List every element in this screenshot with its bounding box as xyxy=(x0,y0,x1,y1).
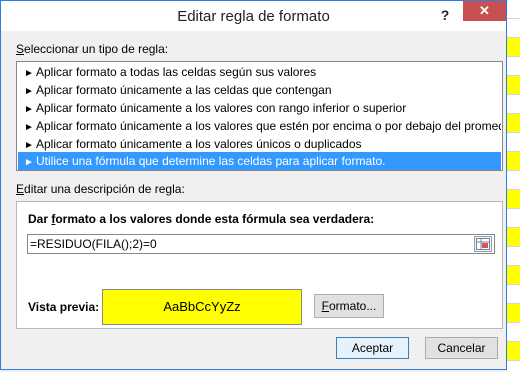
rule-description-label-text: ditar una descripción de regla: xyxy=(24,182,185,196)
background-cell xyxy=(507,38,520,57)
preview-label: Vista previa: xyxy=(28,300,100,314)
formula-label-pre: Dar xyxy=(28,212,52,226)
arrow-right-icon: ► xyxy=(24,104,34,115)
title-bar: Editar regla de formato ? ✕ xyxy=(1,1,506,31)
background-cell xyxy=(507,228,520,247)
rule-type-item-label: Aplicar formato únicamente a los valores… xyxy=(36,101,407,115)
rule-type-label-text: eleccionar un tipo de regla: xyxy=(24,42,169,56)
formula-label-post: ormato a los valores donde esta fórmula … xyxy=(55,212,375,226)
arrow-right-icon: ► xyxy=(24,122,34,133)
rule-type-list[interactable]: ► Aplicar formato a todas las celdas segú… xyxy=(16,61,503,171)
formula-label: Dar formato a los valores donde esta fór… xyxy=(28,212,374,226)
background-cell xyxy=(507,266,520,285)
background-cell xyxy=(507,171,520,190)
accept-button[interactable]: Aceptar xyxy=(336,337,409,359)
rule-type-item-label: Aplicar formato únicamente a los valores… xyxy=(36,119,501,133)
format-button-label: ormato... xyxy=(328,299,377,313)
rule-type-item-label: Aplicar formato a todas las celdas según… xyxy=(36,65,317,79)
rule-type-item[interactable]: ► Aplicar formato únicamente a los valore… xyxy=(18,117,501,135)
edit-format-rule-dialog: Editar regla de formato ? ✕ Seleccionar … xyxy=(0,0,507,370)
rule-type-item-label: Aplicar formato únicamente a los valores… xyxy=(36,137,362,151)
arrow-right-icon: ► xyxy=(24,140,34,151)
background-cell xyxy=(507,76,520,95)
rule-type-item-selected[interactable]: ► Utilice una fórmula que determine las c… xyxy=(18,152,501,170)
background-cell xyxy=(507,152,520,171)
rule-description-label: Editar una descripción de regla: xyxy=(16,182,185,196)
arrow-right-icon: ► xyxy=(24,68,34,79)
background-cell xyxy=(507,190,520,209)
background-cell xyxy=(507,285,520,304)
rule-type-item[interactable]: ► Aplicar formato a todas las celdas segú… xyxy=(18,63,501,81)
format-button[interactable]: Formato... xyxy=(314,294,384,318)
format-button-accesskey: F xyxy=(321,299,329,313)
background-cell xyxy=(507,57,520,76)
rule-description-group: Dar formato a los valores donde esta fór… xyxy=(16,201,503,329)
rule-type-item-label: Aplicar formato únicamente a las celdas … xyxy=(36,83,332,97)
formula-field[interactable] xyxy=(27,234,495,254)
background-cell xyxy=(507,0,520,19)
rule-type-item[interactable]: ► Aplicar formato únicamente a los valore… xyxy=(18,99,501,117)
background-cell xyxy=(507,95,520,114)
background-cell xyxy=(507,342,520,361)
rule-type-item[interactable]: ► Aplicar formato únicamente a los valore… xyxy=(18,135,501,153)
formula-input[interactable] xyxy=(30,236,470,252)
format-preview: AaBbCcYyZz xyxy=(102,289,302,325)
background-cell xyxy=(507,209,520,228)
arrow-right-icon: ► xyxy=(24,86,34,97)
background-cell xyxy=(507,114,520,133)
rule-type-label-accesskey: S xyxy=(16,42,25,56)
dialog-title: Editar regla de formato xyxy=(177,8,330,25)
cancel-button[interactable]: Cancelar xyxy=(425,337,498,359)
background-cell xyxy=(507,304,520,323)
background-cell xyxy=(507,19,520,38)
close-button[interactable]: ✕ xyxy=(463,1,506,21)
help-button[interactable]: ? xyxy=(435,5,455,25)
background-cell xyxy=(507,247,520,266)
arrow-right-icon: ► xyxy=(24,157,34,168)
rule-type-label: Seleccionar un tipo de regla: xyxy=(16,42,168,56)
background-cell xyxy=(507,323,520,342)
background-cell xyxy=(507,133,520,152)
rule-description-accesskey: E xyxy=(16,182,25,196)
rule-type-item-label: Utilice una fórmula que determine las ce… xyxy=(36,154,386,168)
rule-type-item[interactable]: ► Aplicar formato únicamente a las celdas… xyxy=(18,81,501,99)
background-spreadsheet xyxy=(507,0,520,372)
range-select-icon[interactable] xyxy=(474,236,492,252)
